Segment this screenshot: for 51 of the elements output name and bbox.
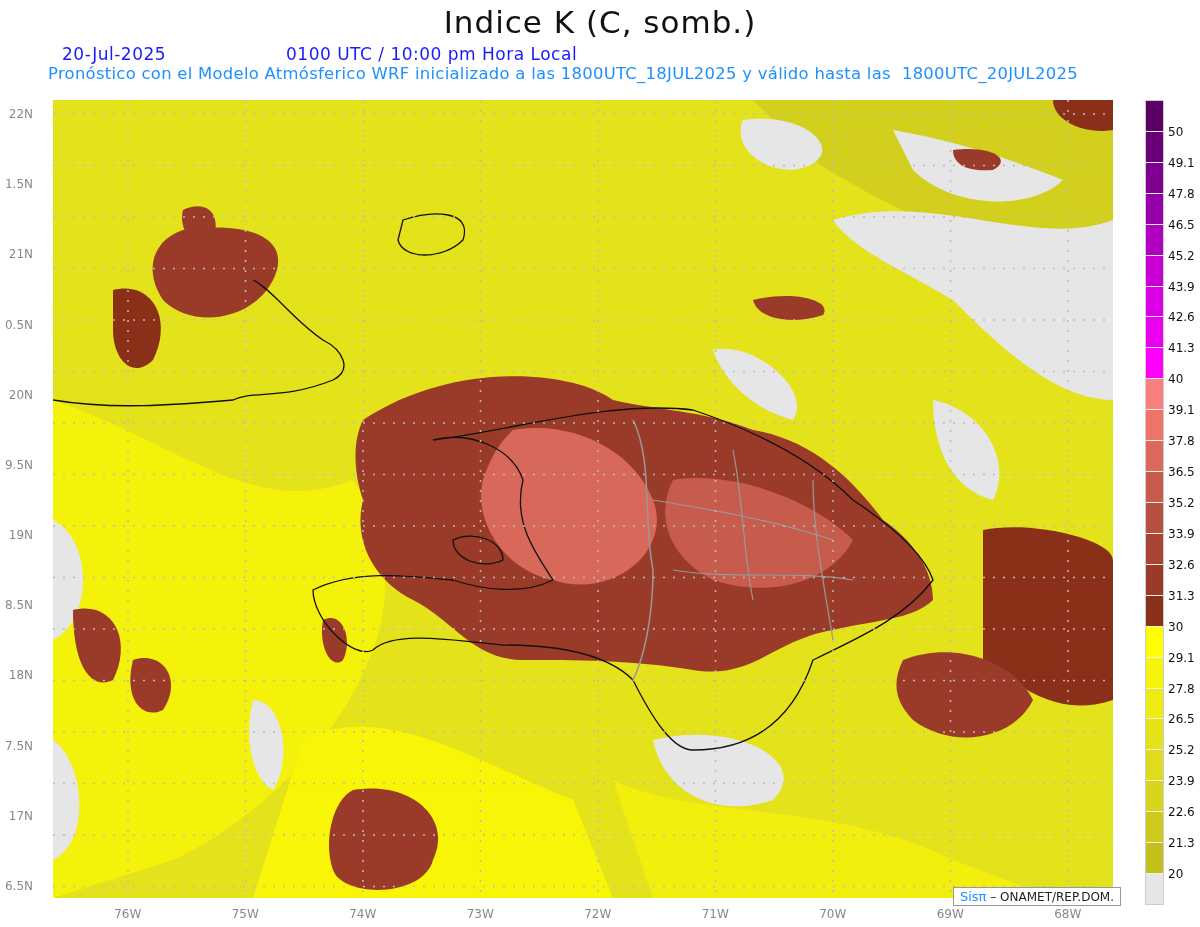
scale-value: 43.9 xyxy=(1168,278,1195,295)
longitude-label: 76W xyxy=(114,907,142,921)
scale-value: 45.2 xyxy=(1168,247,1195,264)
latitude-label: 22N xyxy=(7,106,34,123)
scale-value: 47.8 xyxy=(1168,185,1195,202)
longitude-label: 70W xyxy=(819,907,847,921)
scale-value: 41.3 xyxy=(1168,340,1195,357)
scale-value: 32.6 xyxy=(1168,556,1195,573)
longitude-label: 68W xyxy=(1054,907,1082,921)
scale-value: 30 xyxy=(1168,618,1184,635)
scale-value: 27.8 xyxy=(1168,680,1195,697)
scale-value: 31.3 xyxy=(1168,587,1195,604)
credit-label: Sisπ – ONAMET/REP.DOM. xyxy=(953,887,1121,906)
latitude-label: 21N xyxy=(7,246,34,264)
scale-value: 23.9 xyxy=(1168,773,1195,790)
scale-value: 46.5 xyxy=(1168,216,1195,233)
longitude-label: 73W xyxy=(466,907,494,921)
latitude-label: 8.5N xyxy=(3,597,34,615)
latitude-label: 6.5N xyxy=(3,877,34,895)
longitude-label: 69W xyxy=(936,907,964,921)
latitude-label: 19N xyxy=(7,527,34,545)
longitude-label: 71W xyxy=(701,907,729,921)
forecast-description: Pronóstico con el Modelo Atmósferico WRF inicializado a las 1800UTC_18JUL2025 y válido hasta las 1800UTC_20JUL2025 xyxy=(48,64,1079,85)
scale-value: 22.6 xyxy=(1168,804,1195,821)
scale-value: 20 xyxy=(1168,866,1184,883)
scale-value: 49.1 xyxy=(1168,154,1195,171)
latitude-label: 1.5N xyxy=(3,176,34,194)
scale-value: 42.6 xyxy=(1168,309,1195,326)
longitude-label: 74W xyxy=(349,907,377,921)
scale-value: 35.2 xyxy=(1168,495,1195,511)
latitude-label: 18N xyxy=(7,667,34,685)
chart-title: Indice K (C, somb.) xyxy=(442,3,758,42)
scale-value: 50 xyxy=(1168,123,1184,140)
longitude-label: 75W xyxy=(231,907,259,921)
scale-value: 26.5 xyxy=(1168,711,1195,728)
time-label: 0100 UTC / 10:00 pm Hora Local xyxy=(286,44,578,64)
latitude-label: 7.5N xyxy=(3,737,34,755)
latitude-label: 20N xyxy=(7,386,34,404)
scale-value: 37.8 xyxy=(1168,433,1195,450)
latitude-label: 9.5N xyxy=(3,456,34,474)
date-label: 20-Jul-2025 xyxy=(62,44,168,64)
scale-value: 25.2 xyxy=(1168,742,1195,759)
scale-value: 39.1 xyxy=(1168,402,1195,419)
longitude-label: 72W xyxy=(584,907,612,921)
latitude-label: 0.5N xyxy=(3,316,34,334)
scale-value: 29.1 xyxy=(1168,649,1195,666)
scale-value: 40 xyxy=(1168,371,1184,388)
scale-value: 33.9 xyxy=(1168,525,1195,542)
scale-value: 36.5 xyxy=(1168,464,1195,481)
scale-value: 21.3 xyxy=(1168,835,1195,852)
latitude-label: 17N xyxy=(7,807,34,825)
